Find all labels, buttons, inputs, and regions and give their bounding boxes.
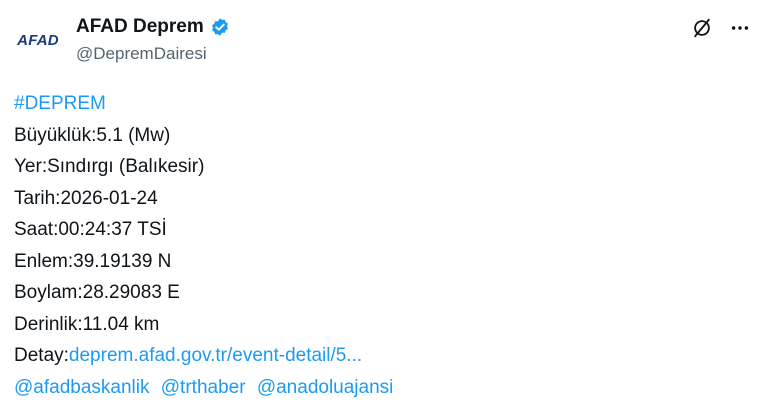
detail-link[interactable]: deprem.afad.gov.tr/event-detail/5... xyxy=(69,345,362,366)
avatar-logo-text: AFAD xyxy=(17,31,59,49)
detail-label: Detay: xyxy=(14,345,69,366)
detail-line: Detay:deprem.afad.gov.tr/event-detail/5.… xyxy=(14,340,393,372)
magnitude-line: Büyüklük:5.1 (Mw) xyxy=(14,124,171,146)
latitude-line: Enlem:39.19139 N xyxy=(14,250,172,272)
verified-badge-icon[interactable] xyxy=(210,17,230,37)
mentions-line: @afadbaskanlik @trthaber @anadoluajansi xyxy=(14,372,393,404)
mention-link[interactable]: @anadoluajansi xyxy=(257,377,394,398)
tweet-actions xyxy=(690,16,752,40)
display-name[interactable]: AFAD Deprem xyxy=(76,16,204,38)
date-line: Tarih:2026-01-24 xyxy=(14,187,158,209)
mention-link[interactable]: @trthaber xyxy=(161,377,246,398)
time-line: Saat:00:24:37 TSİ xyxy=(14,219,167,240)
tweet-text: #DEPREM Büyüklük:5.1 (Mw) Yer:Sındırgı (… xyxy=(14,88,393,403)
author-handle[interactable]: @DepremDairesi xyxy=(76,44,207,64)
depth-line: Derinlik:11.04 km xyxy=(14,313,160,335)
location-line: Yer:Sındırgı (Balıkesir) xyxy=(14,156,205,177)
avatar[interactable]: AFAD xyxy=(10,25,66,55)
hashtag-link[interactable]: #DEPREM xyxy=(14,93,106,114)
longitude-line: Boylam:28.29083 E xyxy=(14,282,180,303)
mention-link[interactable]: @afadbaskanlik xyxy=(14,377,149,398)
more-icon[interactable] xyxy=(728,16,752,40)
grok-icon[interactable] xyxy=(690,16,714,40)
author-name-row: AFAD Deprem xyxy=(76,14,230,40)
